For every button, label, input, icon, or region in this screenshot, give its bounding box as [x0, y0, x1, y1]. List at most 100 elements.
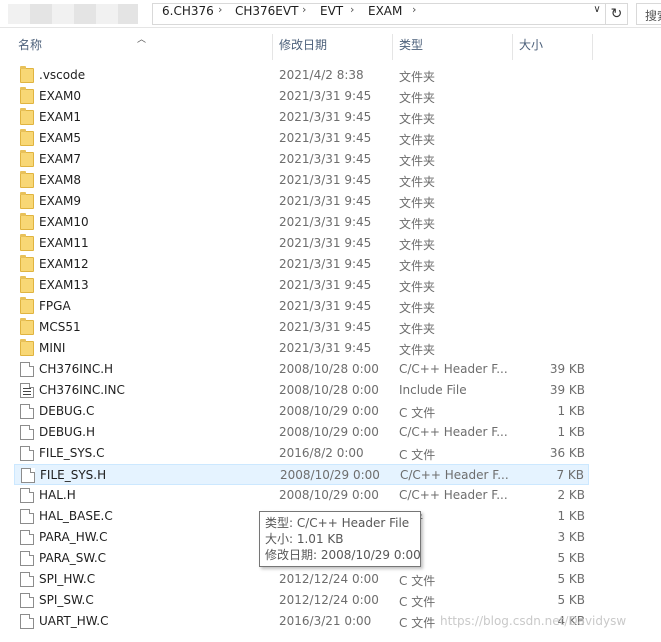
file-row[interactable]: DEBUG.H 2008/10/29 0:00 C/C++ Header F... 1… — [14, 422, 589, 443]
watermark: https://blog.csdn.net/Davidysw — [440, 614, 627, 628]
breadcrumb-item-ch376evt[interactable]: CH376EVT — [235, 4, 298, 18]
file-size: 3 KB — [557, 530, 585, 544]
file-size: 5 KB — [557, 593, 585, 607]
folder-icon — [20, 339, 34, 356]
file-date: 2016/3/21 0:00 — [279, 614, 372, 628]
file-row[interactable]: CH376INC.H 2008/10/28 0:00 C/C++ Header F.… — [14, 359, 589, 380]
folder-row[interactable]: EXAM8 2021/3/31 9:45 文件夹 — [14, 170, 589, 191]
file-name: EXAM13 — [39, 278, 89, 292]
file-name: HAL_BASE.C — [39, 509, 113, 523]
breadcrumb-item-evt[interactable]: EVT — [320, 4, 343, 18]
file-name: EXAM0 — [39, 89, 81, 103]
refresh-button[interactable]: ↻ — [606, 3, 628, 25]
file-name: MINI — [39, 341, 66, 355]
file-date: 2021/3/31 9:45 — [279, 320, 372, 334]
folder-row[interactable]: MCS51 2021/3/31 9:45 文件夹 — [14, 317, 589, 338]
file-name: EXAM5 — [39, 131, 81, 145]
file-date: 2021/3/31 9:45 — [279, 131, 372, 145]
file-size: 2 KB — [557, 488, 585, 502]
file-date: 2008/10/29 0:00 — [279, 404, 379, 418]
file-type: 文件夹 — [399, 259, 436, 273]
file-type: 文件夹 — [399, 154, 436, 168]
file-type: C 文件 — [399, 448, 436, 462]
file-type: 文件夹 — [399, 196, 436, 210]
file-name: EXAM10 — [39, 215, 89, 229]
file-date: 2021/3/31 9:45 — [279, 110, 372, 124]
file-size: 39 KB — [549, 383, 585, 397]
folder-icon — [20, 297, 34, 314]
file-date: 2021/3/31 9:45 — [279, 299, 372, 313]
folder-row[interactable]: EXAM12 2021/3/31 9:45 文件夹 — [14, 254, 589, 275]
file-row[interactable]: FILE_SYS.C 2016/8/2 0:00 C 文件 36 KB — [14, 443, 589, 464]
folder-icon — [20, 171, 34, 188]
file-date: 2008/10/29 0:00 — [279, 488, 379, 502]
file-name: FILE_SYS.H — [40, 468, 107, 482]
file-type: 文件夹 — [399, 343, 436, 357]
file-date: 2021/3/31 9:45 — [279, 215, 372, 229]
folder-row[interactable]: EXAM10 2021/3/31 9:45 文件夹 — [14, 212, 589, 233]
file-size: 5 KB — [557, 572, 585, 586]
folder-row[interactable]: MINI 2021/3/31 9:45 文件夹 — [14, 338, 589, 359]
file-name: FPGA — [39, 299, 71, 313]
breadcrumb-item-exam[interactable]: EXAM — [368, 4, 402, 18]
refresh-icon: ↻ — [610, 6, 623, 22]
column-header-bar: 名称 修改日期 类型 大小 — [0, 30, 661, 60]
folder-icon — [20, 108, 34, 125]
folder-row[interactable]: EXAM7 2021/3/31 9:45 文件夹 — [14, 149, 589, 170]
folder-row[interactable]: EXAM5 2021/3/31 9:45 文件夹 — [14, 128, 589, 149]
folder-row[interactable]: EXAM1 2021/3/31 9:45 文件夹 — [14, 107, 589, 128]
file-type: C/C++ Header F... — [400, 468, 509, 482]
folder-row[interactable]: EXAM9 2021/3/31 9:45 文件夹 — [14, 191, 589, 212]
file-name: EXAM12 — [39, 257, 89, 271]
file-row[interactable]: SPI_HW.C 2012/12/24 0:00 C 文件 5 KB — [14, 569, 589, 590]
breadcrumb-item-ch376[interactable]: 6.CH376 — [162, 4, 214, 18]
address-dropdown-icon[interactable]: ∨ — [590, 4, 604, 18]
file-icon — [20, 404, 34, 419]
file-row[interactable]: SPI_SW.C 2012/12/24 0:00 C 文件 5 KB — [14, 590, 589, 611]
file-name: EXAM1 — [39, 110, 81, 124]
file-type: 文件夹 — [399, 70, 436, 84]
folder-icon — [20, 129, 34, 146]
file-date: 2021/3/31 9:45 — [279, 257, 372, 271]
file-name: UART_HW.C — [39, 614, 109, 628]
folder-row[interactable]: EXAM0 2021/3/31 9:45 文件夹 — [14, 86, 589, 107]
file-icon — [20, 572, 34, 587]
folder-icon — [20, 213, 34, 230]
column-header-type[interactable]: 类型 — [393, 30, 511, 60]
file-icon — [20, 425, 34, 440]
file-name: DEBUG.H — [39, 425, 95, 439]
folder-row[interactable]: .vscode 2021/4/2 8:38 文件夹 — [14, 65, 589, 86]
tooltip-size: 大小: 1.01 KB — [265, 532, 344, 546]
file-name: CH376INC.INC — [39, 383, 125, 397]
breadcrumb-separator-icon[interactable]: › — [218, 3, 222, 16]
file-row[interactable]: FILE_SYS.H 2008/10/29 0:00 C/C++ Header F.… — [14, 464, 589, 485]
file-type: 文件夹 — [399, 217, 436, 231]
column-header-size[interactable]: 大小 — [513, 30, 591, 60]
column-divider[interactable] — [592, 34, 593, 60]
breadcrumb-separator-icon[interactable]: › — [412, 3, 416, 16]
file-date: 2008/10/28 0:00 — [279, 383, 379, 397]
file-icon — [21, 468, 35, 483]
breadcrumb-separator-icon[interactable]: › — [350, 3, 354, 16]
file-name: EXAM8 — [39, 173, 81, 187]
file-type: Include File — [399, 383, 467, 397]
folder-row[interactable]: FPGA 2021/3/31 9:45 文件夹 — [14, 296, 589, 317]
file-name: FILE_SYS.C — [39, 446, 105, 460]
folder-row[interactable]: EXAM11 2021/3/31 9:45 文件夹 — [14, 233, 589, 254]
file-row[interactable]: CH376INC.INC 2008/10/28 0:00 Include File 3… — [14, 380, 589, 401]
file-row[interactable]: HAL.H 2008/10/29 0:00 C/C++ Header F... 2 K… — [14, 485, 589, 506]
file-name: CH376INC.H — [39, 362, 114, 376]
file-type: C 文件 — [399, 574, 436, 588]
file-date: 2021/3/31 9:45 — [279, 89, 372, 103]
folder-icon — [20, 150, 34, 167]
file-type: 文件夹 — [399, 175, 436, 189]
folder-row[interactable]: EXAM13 2021/3/31 9:45 文件夹 — [14, 275, 589, 296]
file-date: 2021/4/2 8:38 — [279, 68, 364, 82]
search-input[interactable]: 搜索 — [636, 3, 661, 25]
file-name: MCS51 — [39, 320, 81, 334]
folder-icon — [20, 276, 34, 293]
text-file-icon — [20, 383, 34, 398]
file-row[interactable]: DEBUG.C 2008/10/29 0:00 C 文件 1 KB — [14, 401, 589, 422]
breadcrumb-separator-icon[interactable]: › — [302, 3, 306, 16]
column-header-date[interactable]: 修改日期 — [273, 30, 391, 60]
